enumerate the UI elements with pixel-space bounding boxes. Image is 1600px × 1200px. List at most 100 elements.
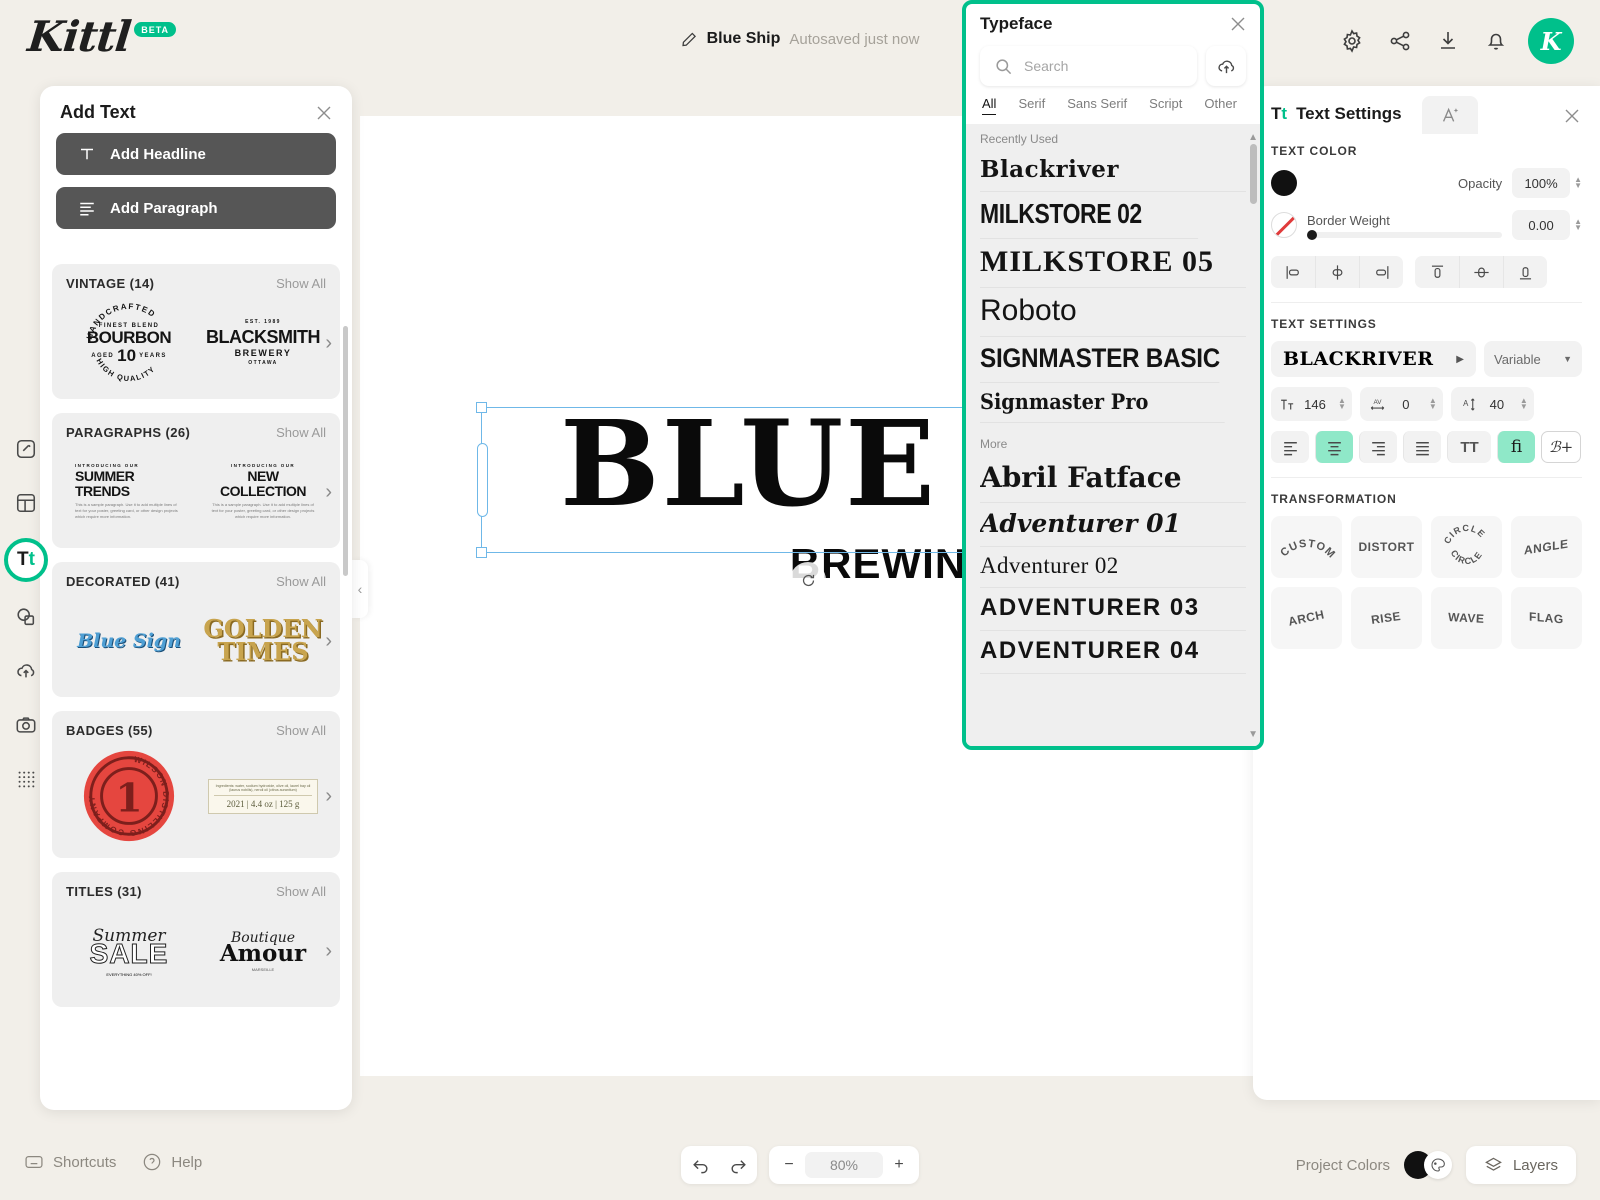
tab-all[interactable]: All — [982, 96, 997, 115]
sidebar-item-design[interactable] — [7, 430, 45, 468]
align-center-vertical-icon[interactable] — [1459, 256, 1503, 288]
template-thumbnail[interactable]: INTRODUCING OUR SUMMER TRENDS This is a … — [66, 448, 192, 536]
line-height-control[interactable]: A 40 ▲ ▼ — [1450, 387, 1534, 421]
show-all-link[interactable]: Show All — [276, 723, 326, 738]
sidebar-item-photos[interactable] — [7, 706, 45, 744]
typeface-list[interactable]: Recently Used Blackriver MILKSTORE 02 MI… — [966, 124, 1260, 746]
search-input[interactable] — [1024, 58, 1174, 74]
template-thumbnail[interactable]: HANDCRAFTED HIGH QUALITY FINEST BLEND BO… — [66, 299, 192, 387]
template-thumbnail[interactable]: Summer SALE EVERYTHING 40% OFF! — [66, 907, 192, 995]
align-center-horizontal-icon[interactable] — [1315, 256, 1359, 288]
uppercase-toggle[interactable]: TT — [1447, 431, 1491, 463]
gear-icon[interactable] — [1340, 29, 1364, 53]
font-item-adventurer-03[interactable]: ADVENTURER 03 — [980, 588, 1246, 631]
text-align-right-icon[interactable] — [1359, 431, 1397, 463]
line-height-stepper[interactable]: ▲ ▼ — [1520, 396, 1528, 410]
close-icon[interactable] — [1564, 108, 1580, 124]
next-thumbnails-arrow[interactable]: › — [325, 941, 332, 961]
add-paragraph-button[interactable]: Add Paragraph — [56, 187, 336, 229]
template-thumbnail[interactable]: GOLDEN TIMES — [200, 597, 326, 685]
user-avatar[interactable]: K — [1528, 18, 1574, 64]
template-thumbnail[interactable]: WILSON DISTILLING COMPANY 1 — [66, 746, 192, 846]
next-thumbnails-arrow[interactable]: › — [325, 631, 332, 651]
add-headline-button[interactable]: Add Headline — [56, 133, 336, 175]
tab-text-settings[interactable]: Tt Text Settings — [1271, 104, 1416, 134]
tab-serif[interactable]: Serif — [1018, 96, 1045, 115]
zoom-out-button[interactable]: − — [773, 1146, 805, 1184]
sidebar-item-patterns[interactable] — [7, 760, 45, 798]
ligature-toggle[interactable]: fi — [1497, 431, 1535, 463]
text-align-justify-icon[interactable] — [1403, 431, 1441, 463]
border-weight-value[interactable]: 0.00 — [1512, 210, 1571, 240]
font-item-adventurer-02[interactable]: Adventurer 02 — [980, 547, 1246, 588]
letter-spacing-stepper[interactable]: ▲ ▼ — [1429, 396, 1437, 410]
font-item-milkstore-02[interactable]: MILKSTORE 02 — [980, 192, 1199, 239]
border-color-swatch[interactable] — [1271, 212, 1297, 238]
resize-handle-bottom-left[interactable] — [476, 547, 487, 558]
zoom-level-value[interactable]: 80% — [805, 1152, 883, 1178]
border-weight-stepper[interactable]: ▲ ▼ — [1574, 217, 1582, 231]
opacity-stepper[interactable]: ▲ ▼ — [1574, 175, 1582, 189]
search-field-wrap[interactable] — [980, 46, 1197, 86]
transform-arch[interactable]: ARCH — [1271, 587, 1342, 649]
transform-flag[interactable]: FLAG — [1511, 587, 1582, 649]
transform-distort[interactable]: DISTORT — [1351, 516, 1422, 578]
sidebar-item-templates[interactable] — [7, 484, 45, 522]
transform-wave[interactable]: WAVE — [1431, 587, 1502, 649]
next-thumbnails-arrow[interactable]: › — [325, 482, 332, 502]
next-thumbnails-arrow[interactable]: › — [325, 333, 332, 353]
template-thumbnail[interactable]: EST. 1989 BLACKSMITH BREWERY OTTAWA — [200, 299, 326, 387]
typeface-scrollbar-thumb[interactable] — [1250, 144, 1257, 204]
align-left-icon[interactable] — [1271, 256, 1315, 288]
show-all-link[interactable]: Show All — [276, 574, 326, 589]
align-top-icon[interactable] — [1415, 256, 1459, 288]
more-typography-button[interactable]: ℬ+ — [1541, 431, 1581, 463]
font-item-roboto[interactable]: Roboto — [980, 288, 1246, 337]
tab-sans-serif[interactable]: Sans Serif — [1067, 96, 1127, 115]
font-item-abril-fatface[interactable]: Abril Fatface — [980, 455, 1246, 503]
tab-ai-text-effects[interactable] — [1421, 96, 1478, 134]
template-thumbnail[interactable]: Blue Sign — [66, 597, 192, 685]
color-palette-icon[interactable] — [1423, 1151, 1452, 1179]
show-all-link[interactable]: Show All — [276, 425, 326, 440]
letter-spacing-control[interactable]: AV 0 ▲ ▼ — [1359, 387, 1443, 421]
text-color-swatch[interactable] — [1271, 170, 1297, 196]
transform-circle[interactable]: CIRCLE CIRCLE — [1431, 516, 1502, 578]
redo-button[interactable] — [719, 1146, 757, 1184]
layers-button[interactable]: Layers — [1465, 1146, 1576, 1184]
template-thumbnail[interactable]: Ingredients: water, sodium hydroxide, ol… — [200, 752, 326, 840]
sidebar-item-text[interactable]: Tt — [4, 538, 48, 582]
next-thumbnails-arrow[interactable]: › — [325, 786, 332, 806]
shortcuts-button[interactable]: Shortcuts — [24, 1152, 116, 1172]
sidebar-item-shapes[interactable] — [7, 598, 45, 636]
tab-script[interactable]: Script — [1149, 96, 1182, 115]
download-icon[interactable] — [1436, 29, 1460, 53]
font-size-stepper[interactable]: ▲ ▼ — [1338, 396, 1346, 410]
border-weight-slider[interactable] — [1307, 229, 1503, 240]
panel-collapse-handle[interactable]: ‹ — [352, 560, 368, 618]
slider-knob[interactable] — [1307, 229, 1317, 240]
font-item-milkstore-05[interactable]: MILKSTORE 05 — [980, 239, 1246, 288]
scroll-down-arrow[interactable]: ▼ — [1248, 729, 1258, 740]
opacity-value[interactable]: 100% — [1512, 168, 1571, 198]
font-variant-select[interactable]: Variable ▼ — [1484, 341, 1582, 377]
transform-angle[interactable]: ANGLE — [1511, 516, 1582, 578]
font-size-control[interactable]: 146 ▲ ▼ — [1271, 387, 1352, 421]
show-all-link[interactable]: Show All — [276, 884, 326, 899]
font-item-signmaster-basic[interactable]: SIGNMASTER BASIC — [980, 337, 1220, 383]
font-item-signmaster-pro[interactable]: Signmaster Pro — [980, 383, 1225, 423]
scroll-up-arrow[interactable]: ▲ — [1248, 132, 1258, 143]
transform-custom[interactable]: CUSTOM — [1271, 516, 1342, 578]
font-item-adventurer-01[interactable]: Adventurer 01 — [980, 503, 1246, 547]
text-align-left-icon[interactable] — [1271, 431, 1309, 463]
panel-scrollbar[interactable] — [343, 326, 348, 576]
font-item-blackriver[interactable]: Blackriver — [980, 150, 1246, 192]
rotate-handle[interactable] — [790, 562, 826, 598]
font-item-adventurer-04[interactable]: ADVENTURER 04 — [980, 631, 1246, 674]
resize-handle-left-middle[interactable] — [477, 443, 488, 517]
template-thumbnail[interactable]: INTRODUCING OUR NEW COLLECTION This is a… — [200, 448, 326, 536]
font-family-select[interactable]: BLACKRIVER ▶ — [1271, 341, 1476, 377]
document-title-group[interactable]: Blue Ship Autosaved just now — [681, 30, 919, 48]
show-all-link[interactable]: Show All — [276, 276, 326, 291]
share-icon[interactable] — [1388, 29, 1412, 53]
